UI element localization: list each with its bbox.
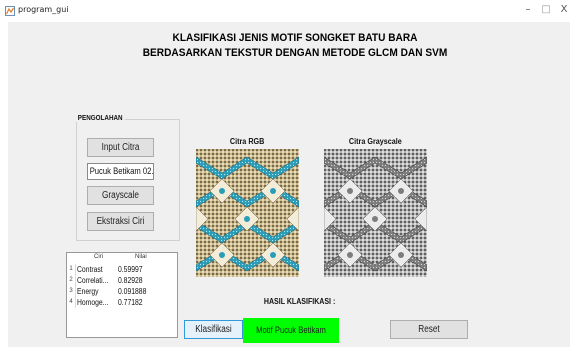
cell-ciri: Contrast	[77, 265, 103, 274]
input-citra-button[interactable]: Input Citra	[87, 138, 154, 157]
ekstraksi-ciri-label: Ekstraksi Ciri	[96, 216, 145, 227]
table-row[interactable]: 3 Energy 0.091888	[67, 286, 177, 297]
row-number: 1	[67, 264, 76, 275]
grayscale-label: Grayscale	[102, 190, 139, 201]
cell-nilai: 0.091888	[118, 287, 147, 296]
classification-result: Motif Pucuk Betikam	[243, 318, 339, 343]
minimize-button[interactable]: –	[520, 3, 536, 17]
window-title: program_gui	[18, 5, 69, 14]
filename-value: Pucuk Betikam 02.jpg	[89, 166, 154, 176]
matlab-figure-icon	[5, 6, 15, 16]
input-citra-label: Input Citra	[101, 142, 140, 153]
cell-nilai: 0.82928	[118, 276, 143, 285]
klasifikasi-button[interactable]: Klasifikasi	[184, 320, 243, 339]
table-row[interactable]: 2 Correlati... 0.82928	[67, 275, 177, 286]
cell-ciri: Correlati...	[77, 276, 109, 285]
column-header-ciri: Ciri	[94, 254, 103, 260]
citra-rgb-label: Citra RGB	[230, 137, 265, 146]
title-line-1: KLASIFIKASI JENIS MOTIF SONGKET BATU BAR…	[172, 32, 418, 44]
window-titlebar: program_gui – □ X	[0, 0, 577, 22]
table-row[interactable]: 4 Homoge... 0.77182	[67, 297, 177, 308]
reset-label: Reset	[418, 324, 440, 335]
filename-field[interactable]: Pucuk Betikam 02.jpg	[87, 163, 154, 180]
maximize-button[interactable]: □	[538, 3, 554, 17]
reset-button[interactable]: Reset	[390, 320, 468, 339]
hasil-klasifikasi-label: HASIL KLASIFIKASI :	[264, 297, 336, 306]
cell-nilai: 0.59997	[118, 265, 143, 274]
table-row[interactable]: 1 Contrast 0.59997	[67, 264, 177, 275]
page-title: KLASIFIKASI JENIS MOTIF SONGKET BATU BAR…	[125, 31, 465, 61]
feature-table[interactable]: Ciri Nilai 1 Contrast 0.59997 2 Correlat…	[66, 252, 178, 338]
row-number: 4	[67, 297, 76, 308]
citra-rgb-image	[196, 149, 299, 277]
ekstraksi-ciri-button[interactable]: Ekstraksi Ciri	[87, 212, 154, 231]
classification-result-text: Motif Pucuk Betikam	[256, 325, 326, 335]
column-header-nilai: Nilai	[135, 254, 147, 260]
cell-ciri: Energy	[77, 287, 99, 296]
klasifikasi-label: Klasifikasi	[195, 324, 232, 335]
row-number: 3	[67, 286, 76, 297]
citra-grayscale-image	[324, 149, 427, 277]
grayscale-button[interactable]: Grayscale	[87, 186, 154, 205]
title-line-2: BERDASARKAN TEKSTUR DENGAN METODE GLCM D…	[142, 47, 448, 59]
close-button[interactable]: X	[556, 3, 572, 17]
cell-ciri: Homoge...	[77, 298, 109, 307]
row-number: 2	[67, 275, 76, 286]
pengolahan-panel-title: PENGOLAHAN	[76, 115, 125, 122]
table-header: Ciri Nilai	[67, 253, 177, 263]
citra-grayscale-label: Citra Grayscale	[349, 137, 402, 146]
cell-nilai: 0.77182	[118, 298, 143, 307]
